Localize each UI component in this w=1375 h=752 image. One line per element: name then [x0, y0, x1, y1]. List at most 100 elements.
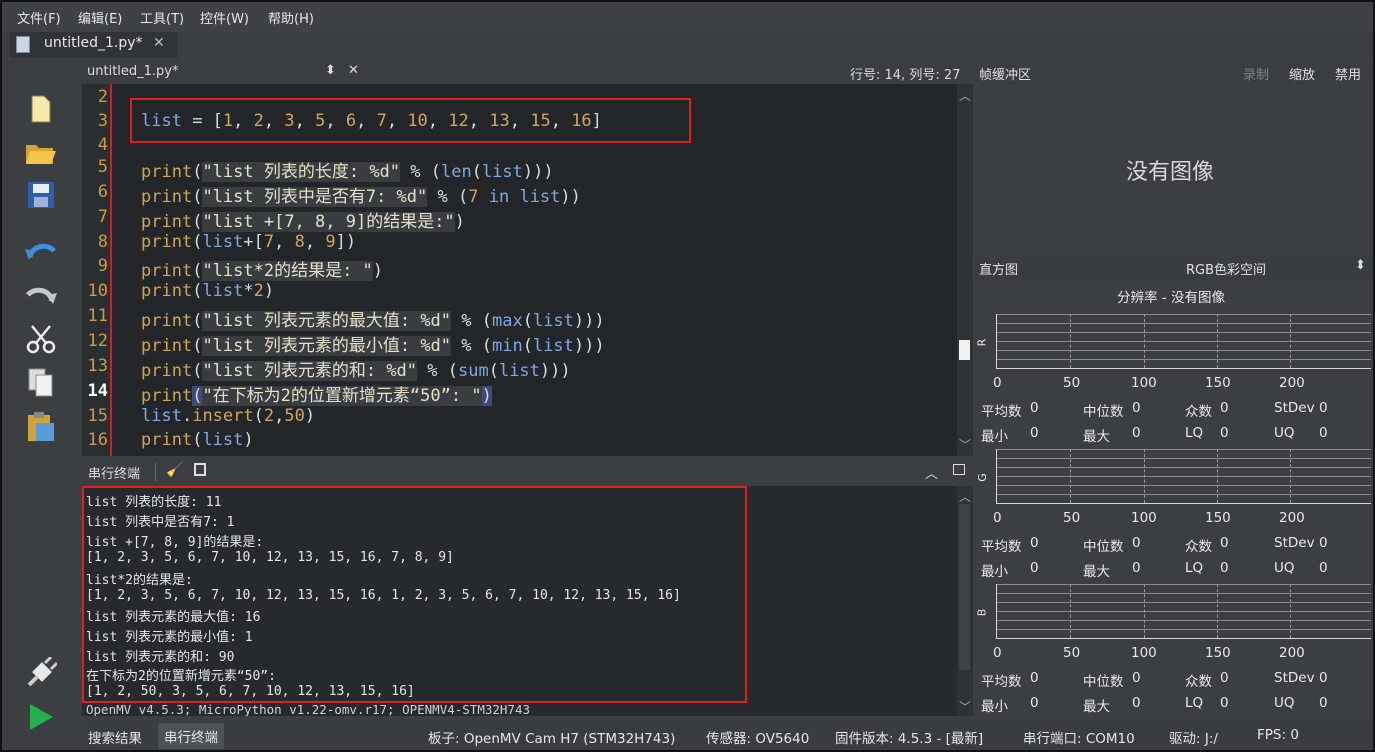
save-button[interactable] — [24, 178, 58, 212]
stat-value: 0 — [1319, 560, 1328, 576]
cut-button[interactable] — [24, 322, 58, 356]
fps-info: FPS: 0 — [1257, 727, 1299, 743]
code-line-16: print(list) — [141, 430, 254, 450]
stat-value: 0 — [1319, 400, 1328, 416]
stat-median-label: 中位数 — [1083, 674, 1124, 690]
disable-button[interactable]: 禁用 — [1335, 64, 1361, 83]
line-number: 16 — [87, 430, 108, 450]
line-number: 10 — [87, 281, 108, 301]
axis-tick: 100 — [1131, 645, 1157, 661]
scroll-up-icon[interactable]: ︿ — [959, 488, 971, 505]
stat-value: 0 — [1132, 695, 1141, 711]
terminal-scroll-thumb[interactable] — [959, 504, 970, 670]
float-panel-icon[interactable] — [953, 464, 965, 475]
code-editor[interactable]: 2 3 4 5 6 7 8 9 10 11 12 13 14 15 16 lis… — [82, 84, 957, 456]
serial-port-info[interactable]: 串行端口: COM10 — [1023, 727, 1135, 747]
open-file-button[interactable] — [24, 136, 58, 170]
stat-value: 0 — [1132, 400, 1141, 416]
scroll-down-icon[interactable]: ﹀ — [959, 436, 971, 453]
stat-value: 0 — [1030, 535, 1039, 551]
stat-value: 0 — [1132, 535, 1141, 551]
axis-tick: 0 — [993, 645, 1002, 661]
new-file-button[interactable] — [24, 92, 58, 126]
stat-lq-label: LQ — [1185, 560, 1204, 576]
terminal-line: list*2的结果是: — [86, 573, 193, 588]
line-number: 13 — [87, 356, 108, 376]
axis-tick: 0 — [993, 375, 1002, 391]
firmware-info[interactable]: 固件版本: 4.5.3 - [最新] — [835, 727, 983, 747]
stat-value: 0 — [1319, 535, 1328, 551]
channel-label-g: G — [975, 473, 989, 482]
stat-lq-label: LQ — [1185, 695, 1204, 711]
redo-button[interactable] — [24, 278, 58, 312]
line-number: 7 — [97, 207, 108, 227]
copy-button[interactable] — [24, 366, 58, 400]
line-number: 4 — [97, 135, 108, 155]
axis-tick: 50 — [1063, 375, 1081, 391]
redo-icon — [26, 287, 57, 304]
line-number: 6 — [97, 182, 108, 202]
menu-file[interactable]: 文件(F) — [17, 8, 61, 27]
drive-info[interactable]: 驱动: J:/ — [1169, 727, 1218, 747]
colorspace-arrows-icon[interactable]: ⬍ — [1355, 258, 1366, 273]
file-tab-label: untitled_1.py* — [44, 35, 143, 51]
terminal-line: list 列表元素的和: 90 — [86, 650, 235, 665]
histogram-plot-b — [996, 584, 1371, 639]
code-line-8: print(list+[7, 8, 9]) — [141, 232, 357, 252]
maximize-up-icon[interactable]: ︿ — [925, 463, 938, 482]
scroll-down-icon[interactable]: ﹀ — [959, 698, 971, 715]
menu-tools[interactable]: 工具(T) — [140, 8, 184, 27]
code-line-7: print("list +[7, 8, 9]的结果是:") — [141, 212, 465, 232]
terminal-scrollbar[interactable]: ︿ ﹀ — [957, 486, 973, 716]
menu-help[interactable]: 帮助(H) — [268, 8, 314, 27]
stat-value: 0 — [1220, 535, 1229, 551]
colorspace-select[interactable]: RGB色彩空间 — [1186, 259, 1266, 278]
editor-header: untitled_1.py* ⬍ ✕ 行号: 14, 列号: 27 — [82, 60, 970, 84]
histogram-header: 直方图 RGB色彩空间 ⬍ — [974, 254, 1373, 280]
editor-scroll-thumb[interactable] — [959, 340, 970, 360]
axis-tick: 200 — [1279, 510, 1305, 526]
file-select-arrows-icon[interactable]: ⬍ — [325, 63, 336, 78]
clear-broom-icon[interactable]: 🧹 — [166, 462, 183, 478]
stat-uq-label: UQ — [1274, 695, 1295, 711]
histogram-panel: 分辨率 - 没有图像 R 0 50 100 150 200 平均数 0 中位数 0 … — [974, 280, 1373, 720]
line-number: 12 — [87, 331, 108, 351]
undo-button[interactable] — [24, 234, 58, 268]
menu-bar: 文件(F) 编辑(E) 工具(T) 控件(W) 帮助(H) — [2, 2, 1373, 32]
stat-value: 0 — [1030, 560, 1039, 576]
run-button[interactable] — [24, 700, 58, 734]
change-marker — [110, 84, 112, 456]
stat-min-label: 最小 — [981, 699, 1008, 715]
stat-value: 0 — [1132, 560, 1141, 576]
file-tab-bar: untitled_1.py* ✕ — [2, 32, 1373, 58]
axis-tick: 150 — [1205, 375, 1231, 391]
close-icon[interactable]: ✕ — [153, 35, 165, 51]
line-number-current: 14 — [87, 381, 108, 401]
code-line-10: print(list*2) — [141, 281, 275, 301]
paste-button[interactable] — [24, 410, 58, 444]
tab-search-results[interactable]: 搜索结果 — [88, 727, 142, 747]
line-number: 3 — [97, 111, 108, 131]
editor-scrollbar[interactable]: ︿ ﹀ — [957, 84, 973, 456]
terminal-line: [1, 2, 50, 3, 5, 6, 7, 10, 12, 13, 15, 1… — [86, 684, 415, 699]
zoom-button[interactable]: 缩放 — [1289, 64, 1315, 83]
menu-widgets[interactable]: 控件(W) — [200, 8, 249, 27]
terminal-line: list 列表元素的最小值: 1 — [86, 630, 253, 645]
save-log-icon[interactable] — [194, 463, 206, 476]
terminal-line: 在下标为2的位置新增元素“50”: — [86, 669, 276, 684]
menu-edit[interactable]: 编辑(E) — [78, 8, 122, 27]
file-tab[interactable]: untitled_1.py* ✕ — [10, 32, 178, 58]
connect-button[interactable] — [24, 656, 58, 690]
serial-terminal-output[interactable]: list 列表的长度: 11 list 列表中是否有7: 1 list +[7,… — [82, 486, 957, 716]
editor-file-name[interactable]: untitled_1.py* — [87, 64, 179, 79]
new-file-icon — [31, 95, 51, 123]
histogram-title: 直方图 — [979, 263, 1019, 278]
close-editor-icon[interactable]: ✕ — [348, 63, 359, 78]
record-button[interactable]: 录制 — [1243, 64, 1269, 83]
no-image-label: 没有图像 — [1126, 160, 1215, 185]
serial-terminal-title: 串行终端 — [88, 467, 141, 482]
scroll-up-icon[interactable]: ︿ — [959, 87, 971, 104]
stat-min-label: 最小 — [981, 429, 1008, 445]
tab-serial-terminal[interactable]: 串行终端 — [158, 723, 224, 749]
code-line-15: list.insert(2,50) — [141, 406, 316, 426]
